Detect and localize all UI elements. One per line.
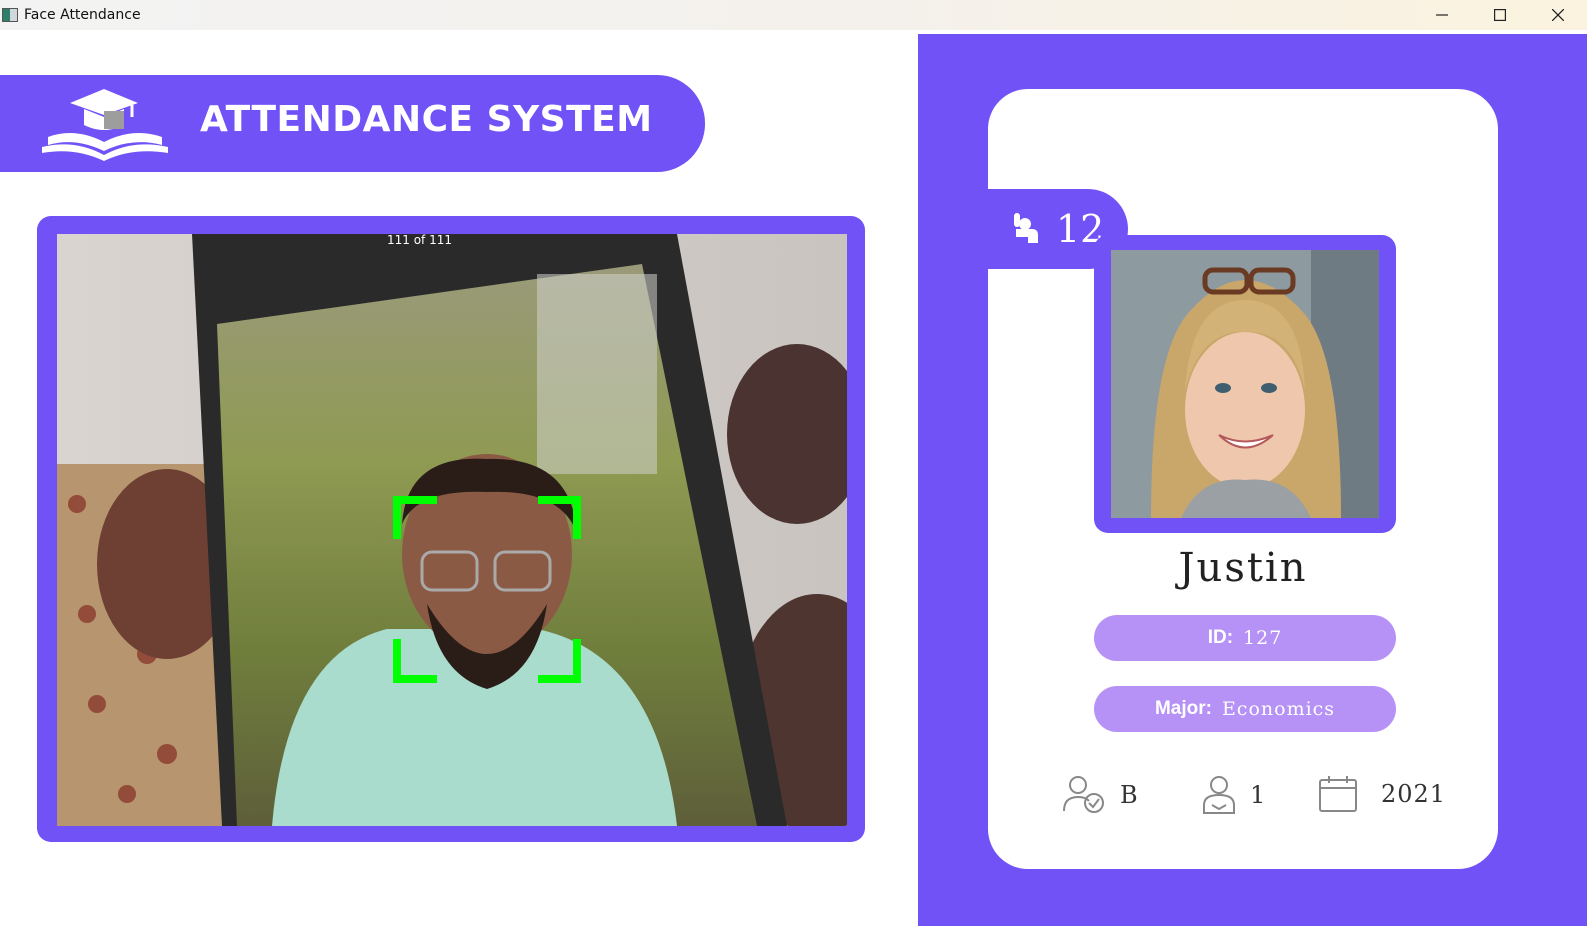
major-label: Major:	[1154, 698, 1212, 719]
major-value: Economics	[1221, 698, 1336, 720]
student-photo	[1111, 250, 1379, 518]
phone-overlay-text: 111 of 111	[387, 234, 452, 247]
id-label: ID:	[1207, 627, 1234, 648]
student-name: Justin	[1178, 545, 1308, 591]
year-value: 1	[1250, 781, 1267, 809]
minimize-button[interactable]	[1413, 0, 1471, 30]
graduation-cap-book-icon	[42, 89, 168, 161]
maximize-icon	[1494, 9, 1506, 21]
student-card: 12 Justin ID: 127 Major: Economics B 1 2…	[988, 89, 1498, 869]
minimize-icon	[1436, 14, 1448, 16]
student-icon	[1203, 776, 1235, 814]
id-value: 127	[1243, 627, 1283, 649]
student-panel: 12 Justin ID: 127 Major: Economics B 1 2…	[918, 34, 1587, 926]
camera-frame: 111 of 111	[37, 216, 865, 842]
close-button[interactable]	[1529, 0, 1587, 30]
webcam-feed: 111 of 111	[57, 234, 847, 826]
app-title: ATTENDANCE SYSTEM	[200, 99, 653, 140]
standing-value: B	[1120, 781, 1139, 809]
close-icon	[1552, 9, 1564, 21]
raised-hand-icon	[1014, 213, 1038, 243]
title-bar: Face Attendance	[0, 0, 1587, 30]
student-major-pill: Major: Economics	[1094, 686, 1396, 732]
header-banner: ATTENDANCE SYSTEM	[0, 75, 705, 172]
maximize-button[interactable]	[1471, 0, 1529, 30]
year-stat: 1	[1202, 775, 1266, 815]
webcam-image: 111 of 111	[57, 234, 847, 826]
user-check-icon	[1063, 776, 1104, 813]
starting-year-stat: 2021	[1319, 775, 1446, 813]
student-photo-frame	[1094, 235, 1396, 533]
window-controls	[1413, 0, 1587, 30]
app-icon	[2, 8, 18, 22]
standing-stat: B	[1062, 775, 1139, 815]
student-id-pill: ID: 127	[1094, 615, 1396, 661]
window-title: Face Attendance	[24, 7, 141, 23]
starting-year-value: 2021	[1381, 780, 1447, 808]
calendar-icon	[1319, 776, 1357, 812]
